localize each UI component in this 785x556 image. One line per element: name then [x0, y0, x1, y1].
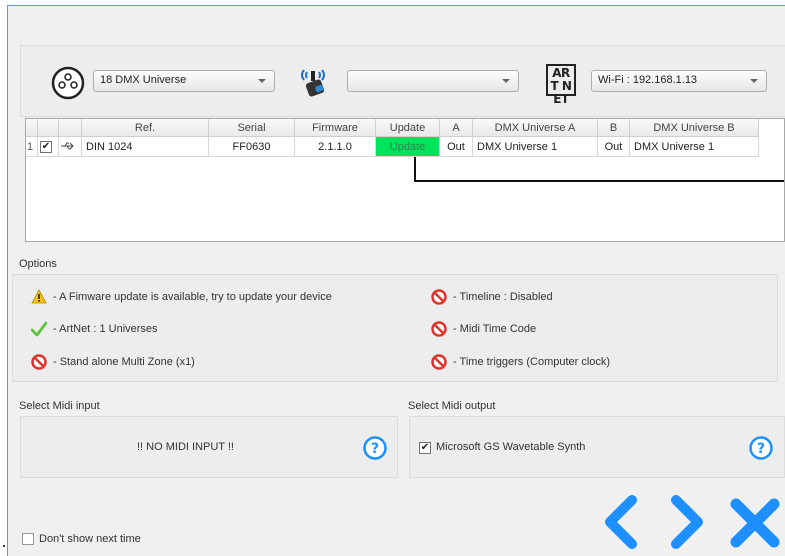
chevron-down-icon	[750, 79, 758, 83]
device-table: Ref. Serial Firmware Update A DMX Univer…	[25, 118, 785, 242]
svg-text:?: ?	[371, 441, 379, 457]
row-index: 1	[26, 136, 38, 157]
close-icon[interactable]	[728, 496, 782, 550]
table-header-row: Ref. Serial Firmware Update A DMX Univer…	[26, 119, 759, 137]
network-select[interactable]: Wi-Fi : 192.168.1.13	[591, 70, 767, 92]
row-b[interactable]: Out	[597, 136, 630, 157]
col-header-b[interactable]: B	[597, 119, 630, 137]
row-type-cell	[58, 136, 82, 157]
option-standalone: - Stand alone Multi Zone (x1)	[31, 354, 195, 370]
col-header-dmx-b[interactable]: DMX Universe B	[629, 119, 759, 137]
col-header-type	[58, 119, 82, 137]
help-icon[interactable]: ?	[749, 436, 773, 460]
option-midi-timecode: - Midi Time Code	[431, 321, 536, 337]
option-text: - Timeline : Disabled	[453, 291, 553, 303]
options-title: Options	[19, 258, 57, 270]
prohibited-icon	[431, 354, 447, 370]
device-settings-bar: 18 DMX Universe ART NET Wi-Fi : 192.168.…	[20, 45, 785, 117]
midi-input-label: Select Midi input	[19, 400, 100, 412]
row-firmware: 2.1.1.0	[294, 136, 376, 157]
table-row[interactable]: 1 ✔ DIN 1024 FF0630 2.1.1.0 Update Out D…	[26, 136, 759, 157]
col-header-a[interactable]: A	[439, 119, 473, 137]
wireless-dongle-icon	[301, 69, 325, 97]
chevron-down-icon	[258, 79, 266, 83]
option-time-triggers: - Time triggers (Computer clock)	[431, 354, 610, 370]
col-header-dmx-a[interactable]: DMX Universe A	[472, 119, 598, 137]
row-checkbox-cell[interactable]: ✔	[37, 136, 59, 157]
warning-icon	[31, 289, 47, 304]
prohibited-icon	[431, 289, 447, 305]
midi-output-label: Select Midi output	[408, 400, 496, 412]
usb-icon	[61, 142, 74, 149]
help-icon[interactable]: ?	[363, 436, 387, 460]
dont-show-label: Don't show next time	[39, 533, 141, 545]
col-header-serial[interactable]: Serial	[208, 119, 295, 137]
prohibited-icon	[431, 321, 447, 337]
check-icon	[31, 321, 47, 337]
prohibited-icon	[31, 354, 47, 370]
option-text: - Stand alone Multi Zone (x1)	[53, 356, 195, 368]
option-firmware-warning: - A Fimware update is available, try to …	[31, 289, 332, 305]
midi-output-panel: ✔ Microsoft GS Wavetable Synth ?	[409, 416, 785, 478]
midi-input-panel[interactable]: !! NO MIDI INPUT !! ?	[20, 416, 398, 478]
midi-output-checkbox[interactable]: ✔	[419, 442, 431, 454]
row-a[interactable]: Out	[439, 136, 473, 157]
row-dmx-a[interactable]: DMX Universe 1	[472, 136, 598, 157]
midi-output-value[interactable]: Microsoft GS Wavetable Synth	[436, 441, 585, 453]
row-ref: DIN 1024	[81, 136, 209, 157]
svg-text:?: ?	[757, 441, 765, 457]
option-timeline: - Timeline : Disabled	[431, 289, 553, 305]
universe-select-value: 18 DMX Universe	[100, 74, 187, 86]
universe-select[interactable]: 18 DMX Universe	[93, 70, 275, 92]
update-indicator-line-horizontal	[414, 180, 784, 182]
option-text: - Midi Time Code	[453, 323, 537, 335]
col-header-update[interactable]: Update	[375, 119, 440, 137]
xlr-connector-icon	[51, 66, 85, 100]
row-enable-checkbox[interactable]: ✔	[40, 141, 52, 153]
artnet-logo: ART NET	[546, 64, 576, 106]
checkmark-icon: ✔	[41, 141, 51, 152]
options-panel: - A Fimware update is available, try to …	[12, 274, 778, 382]
col-header-firmware[interactable]: Firmware	[294, 119, 376, 137]
row-update-button[interactable]: Update	[375, 136, 440, 157]
row-serial: FF0630	[208, 136, 295, 157]
col-header-check	[37, 119, 59, 137]
checkmark-icon: ✔	[420, 442, 430, 453]
update-indicator-line	[414, 157, 416, 182]
small-dot-marker	[3, 545, 5, 547]
col-header-index	[26, 119, 38, 137]
col-header-ref[interactable]: Ref.	[81, 119, 209, 137]
option-text: - A Fimware update is available, try to …	[53, 291, 332, 303]
option-text: - ArtNet : 1 Universes	[53, 323, 158, 335]
artnet-logo-text: ART NET	[550, 66, 572, 106]
back-arrow-icon[interactable]	[598, 494, 644, 550]
forward-arrow-icon[interactable]	[664, 494, 710, 550]
dont-show-checkbox[interactable]	[22, 533, 34, 545]
option-artnet: - ArtNet : 1 Universes	[31, 321, 158, 337]
network-select-value: Wi-Fi : 192.168.1.13	[598, 74, 698, 86]
chevron-down-icon	[502, 79, 510, 83]
wireless-select[interactable]	[347, 70, 519, 92]
midi-input-value: !! NO MIDI INPUT !!	[137, 441, 234, 453]
dont-show-row[interactable]: Don't show next time	[22, 533, 141, 545]
row-dmx-b[interactable]: DMX Universe 1	[629, 136, 759, 157]
option-text: - Time triggers (Computer clock)	[453, 356, 611, 368]
